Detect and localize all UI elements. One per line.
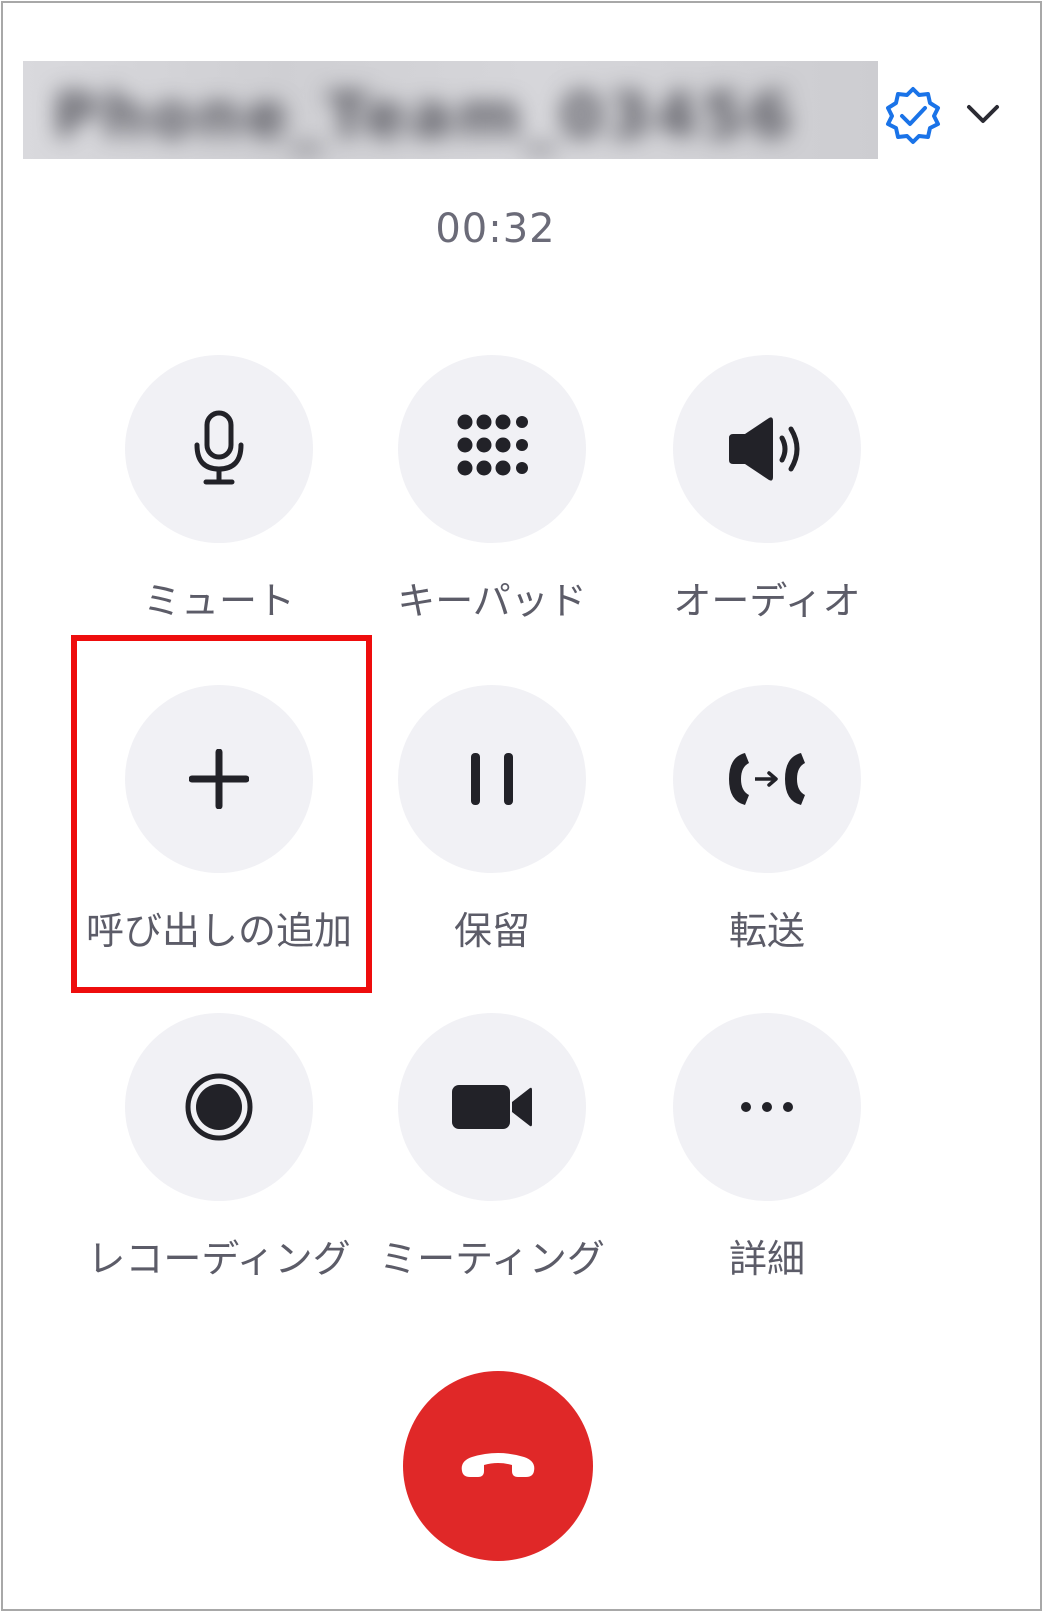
audio-button[interactable]: オーディオ	[673, 355, 861, 623]
record-icon	[185, 1073, 253, 1141]
hold-button[interactable]: 保留	[398, 685, 586, 953]
chevron-down-icon[interactable]	[963, 99, 1003, 129]
call-panel: Phone_Team_03456 00:32 ミュート キーパッド オーディオ …	[1, 1, 1042, 1611]
hold-circle[interactable]	[398, 685, 586, 873]
speaker-icon	[729, 417, 800, 481]
verified-badge-icon	[886, 87, 940, 144]
video-camera-icon	[452, 1085, 532, 1129]
more-circle[interactable]	[673, 1013, 861, 1201]
transfer-call-icon	[729, 753, 805, 805]
call-timer: 00:32	[435, 206, 556, 252]
mute-circle[interactable]	[125, 355, 313, 543]
add-call-circle[interactable]	[125, 685, 313, 873]
keypad-circle[interactable]	[398, 355, 586, 543]
transfer-circle[interactable]	[673, 685, 861, 873]
audio-label: オーディオ	[673, 579, 861, 623]
recording-button[interactable]: レコーディング	[87, 1013, 351, 1281]
meeting-button[interactable]: ミーティング	[379, 1013, 605, 1281]
mute-button[interactable]: ミュート	[125, 355, 313, 623]
plus-icon	[189, 749, 249, 809]
more-label: 詳細	[728, 1237, 805, 1281]
add-call-button[interactable]: 呼び出しの追加	[86, 685, 352, 953]
recording-circle[interactable]	[125, 1013, 313, 1201]
meeting-circle[interactable]	[398, 1013, 586, 1201]
audio-circle[interactable]	[673, 355, 861, 543]
more-icon	[741, 1102, 793, 1112]
caller-name-blurred: Phone_Team_03456	[23, 61, 878, 159]
keypad-button[interactable]: キーパッド	[397, 355, 587, 623]
keypad-icon	[457, 414, 528, 476]
end-call-button[interactable]	[403, 1371, 593, 1561]
transfer-button[interactable]: 転送	[673, 685, 861, 953]
hang-up-icon	[461, 1453, 535, 1477]
microphone-icon	[194, 410, 244, 485]
caller-name-text: Phone_Team_03456	[53, 79, 796, 152]
more-button[interactable]: 詳細	[673, 1013, 861, 1281]
transfer-label: 転送	[728, 909, 805, 953]
pause-icon	[471, 753, 513, 805]
